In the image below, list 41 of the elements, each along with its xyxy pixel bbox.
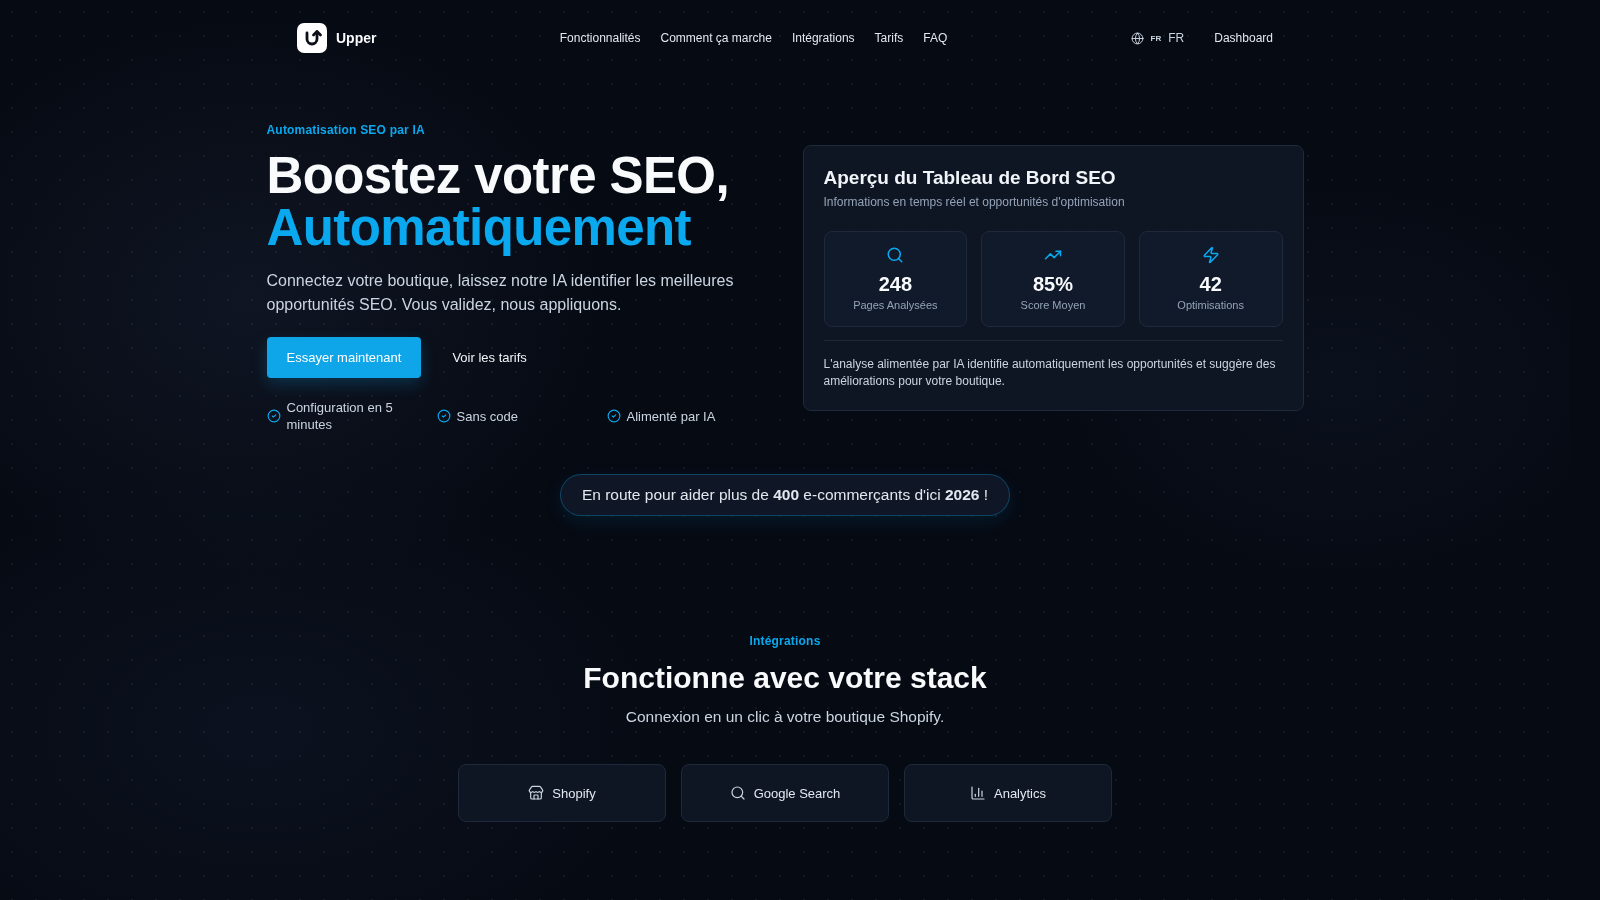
- pricing-button[interactable]: Voir les tarifs: [440, 337, 539, 378]
- store-icon: [528, 785, 545, 801]
- dashboard-link[interactable]: Dashboard: [1214, 31, 1273, 45]
- search-icon: [886, 245, 905, 264]
- nav-link[interactable]: Comment ça marche: [660, 31, 772, 45]
- check-circle-icon: [436, 409, 451, 423]
- stat-value: 248: [878, 271, 912, 296]
- hero-title: Boostez votre SEO, Automatiquement: [266, 150, 729, 254]
- check-circle-icon: [266, 409, 281, 423]
- section-title: Fonctionne avec votre stack: [583, 660, 987, 696]
- bar-chart-icon: [970, 785, 986, 801]
- integration-label: Google Search: [753, 785, 841, 801]
- feature-text: Alimenté par IA: [626, 407, 716, 425]
- language-switcher[interactable]: FR FR: [1130, 31, 1185, 45]
- logo-icon: [297, 23, 327, 53]
- hero-eyebrow: Automatisation SEO par IA: [266, 122, 425, 138]
- stat-label: Pages Analysées: [853, 297, 938, 312]
- stat-value: 42: [1199, 271, 1222, 296]
- globe-icon: [1130, 31, 1144, 45]
- integration-label: Shopify: [552, 785, 596, 801]
- feature-text: Configuration en 5 minutes: [286, 399, 394, 433]
- check-circle-icon: [606, 409, 621, 423]
- search-icon: [729, 785, 746, 801]
- feature-text: Sans code: [456, 407, 518, 425]
- integration-label: Analytics: [994, 785, 1046, 801]
- section-eyebrow: Intégrations: [749, 633, 821, 649]
- card-title: Aperçu du Tableau de Bord SEO: [823, 165, 1117, 190]
- nav-link[interactable]: Intégrations: [791, 31, 855, 45]
- card-subtitle: Informations en temps réel et opportunités d'optimisation: [823, 193, 1126, 210]
- lightning-icon: [1201, 245, 1220, 264]
- section-subtitle: Connexion en un clic à votre boutique Shopify.: [625, 707, 945, 727]
- card-note: L'analyse alimentée par IA identifie automatiquement les opportunités et suggère des améliorations pour votre boutique.: [823, 355, 1277, 390]
- nav-link[interactable]: Tarifs: [874, 31, 904, 45]
- brand-link[interactable]: Upper: [297, 23, 377, 53]
- hero-description: Connectez votre boutique, laissez notre IA identifier les meilleures opportunités SEO. Vous validez, nous appliquons.: [266, 271, 735, 315]
- nav-link[interactable]: Fonctionnalités: [559, 31, 641, 45]
- stat-label: Score Moyen: [1020, 297, 1086, 312]
- stat-value: 85%: [1032, 271, 1073, 296]
- stat-label: Optimisations: [1177, 297, 1244, 312]
- nav-link[interactable]: FAQ: [923, 31, 948, 45]
- banner-text: En route pour aider plus de 400 e-commerçants d'ici 2026 !: [581, 486, 989, 504]
